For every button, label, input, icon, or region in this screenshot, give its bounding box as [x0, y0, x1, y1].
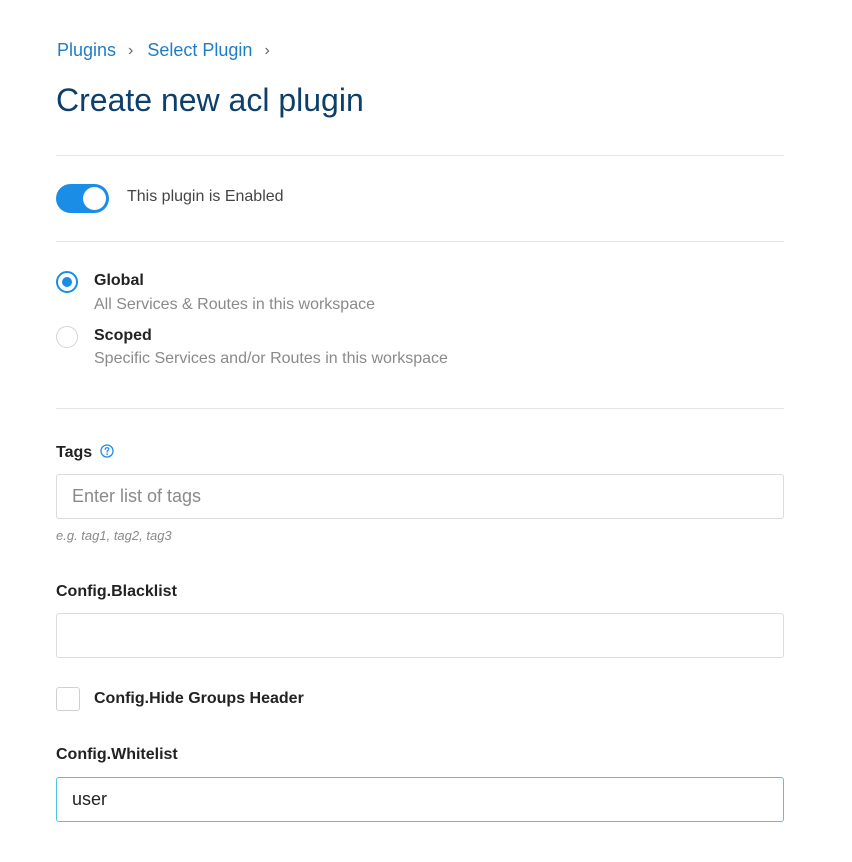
radio-global-label: Global: [94, 272, 144, 289]
breadcrumb-separator: ›: [128, 41, 134, 59]
toggle-knob: [83, 187, 106, 210]
divider: [56, 155, 784, 156]
radio-dot: [62, 277, 72, 287]
whitelist-label: Config.Whitelist: [56, 746, 178, 763]
radio-global-description: All Services & Routes in this workspace: [94, 296, 375, 313]
radio-scoped-label: Scoped: [94, 327, 152, 344]
divider: [56, 408, 784, 409]
tags-label: Tags: [56, 444, 93, 461]
enabled-toggle[interactable]: [56, 184, 109, 213]
whitelist-input[interactable]: [56, 777, 784, 822]
radio-scoped-description: Specific Services and/or Routes in this …: [94, 350, 448, 367]
blacklist-label: Config.Blacklist: [56, 583, 177, 600]
hide-groups-header-label: Config.Hide Groups Header: [94, 690, 304, 707]
tags-hint: e.g. tag1, tag2, tag3: [56, 528, 172, 543]
tags-input[interactable]: [56, 474, 784, 519]
breadcrumb-select-plugin-link[interactable]: Select Plugin: [147, 40, 252, 61]
page-title: Create new acl plugin: [56, 82, 364, 118]
breadcrumb-plugins-link[interactable]: Plugins: [57, 40, 116, 61]
breadcrumb-separator: ›: [264, 41, 270, 59]
blacklist-input[interactable]: [56, 613, 784, 658]
question-circle-icon[interactable]: [100, 444, 114, 458]
divider: [56, 241, 784, 242]
plugin-form-page: Plugins › Select Plugin › Create new acl…: [0, 0, 852, 862]
radio-scoped[interactable]: [56, 326, 78, 348]
radio-global[interactable]: [56, 271, 78, 293]
hide-groups-header-checkbox[interactable]: [56, 687, 80, 711]
enabled-toggle-label: This plugin is Enabled: [127, 188, 284, 205]
breadcrumb: Plugins › Select Plugin ›: [57, 40, 284, 61]
